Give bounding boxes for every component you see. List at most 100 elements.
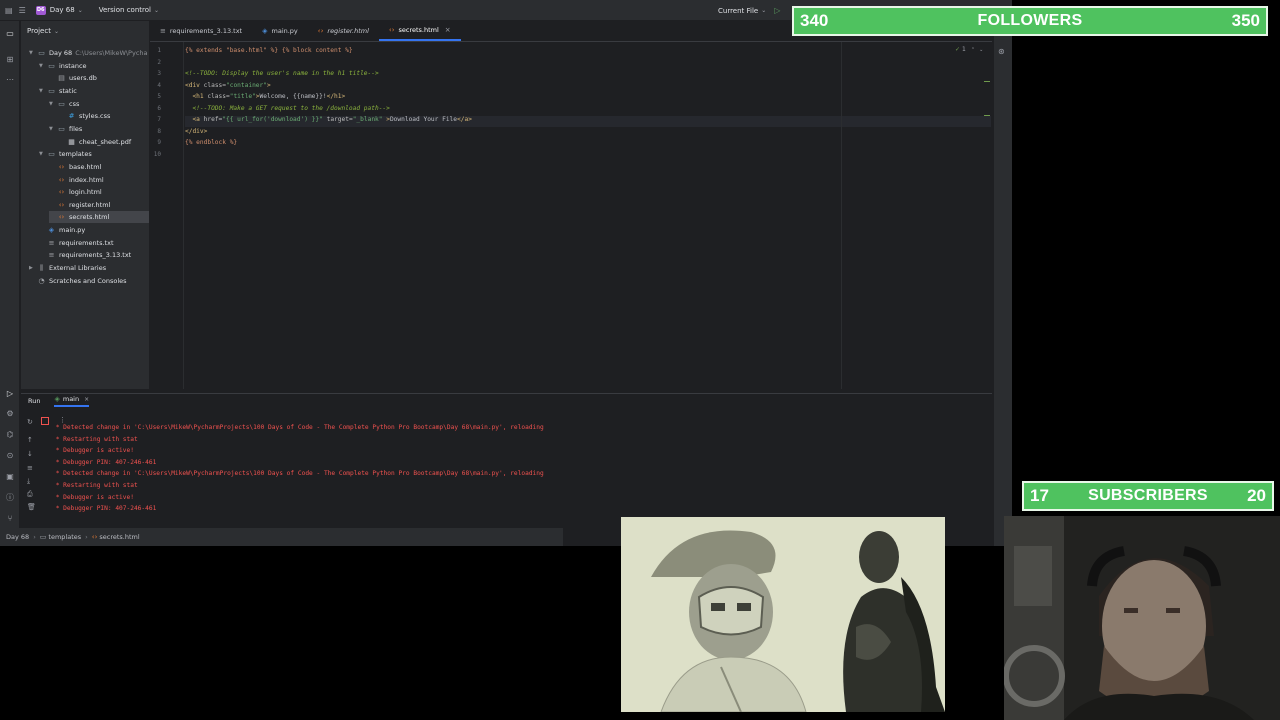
chevron-down-icon[interactable]: ▼ — [39, 88, 47, 94]
code-token: > — [266, 81, 271, 89]
run-tool-icon[interactable]: ▷ — [5, 388, 15, 398]
tree-item[interactable]: ‹› login.html — [49, 186, 149, 198]
tree-item[interactable]: ‹› index.html — [49, 174, 149, 186]
breadcrumb-file[interactable]: secrets.html — [99, 533, 139, 541]
project-badge: D6 — [35, 5, 46, 15]
breadcrumb-project[interactable]: Day 68 — [6, 533, 29, 541]
chevron-down-icon[interactable]: ▼ — [29, 50, 37, 56]
editor-tab-label: secrets.html — [398, 25, 439, 34]
close-icon[interactable]: × — [445, 26, 451, 34]
code-line[interactable]: <!--TODO: Display the user's name in the… — [185, 70, 379, 81]
tree-item[interactable]: # styles.css — [59, 110, 149, 122]
console-line: * Restarting with stat — [52, 435, 138, 443]
project-switcher[interactable]: D6 Day 68 ⌄ — [35, 5, 83, 15]
chevron-down-icon: ⌄ — [77, 6, 83, 14]
code-token: {% endblock %} — [185, 139, 238, 147]
tree-item[interactable]: ▶ ⫼ External Libraries — [29, 262, 149, 274]
project-panel-header[interactable]: Project ⌄ — [21, 21, 149, 41]
tree-item[interactable]: ▤ users.db — [49, 72, 149, 84]
services-tool-icon[interactable]: ⌬ — [5, 429, 15, 439]
more-tools-icon[interactable]: ⋯ — [5, 74, 15, 84]
editor-tab[interactable]: ‹› secrets.html × — [378, 20, 461, 41]
vcs-menu[interactable]: Version control ⌄ — [99, 6, 159, 14]
tree-item[interactable]: ‹› register.html — [49, 199, 149, 211]
python-icon: ◈ — [54, 395, 60, 403]
tree-item[interactable]: ◈ main.py — [39, 224, 149, 236]
project-panel: Project ⌄ ▼ ▭ Day 68 C:\Users\MikeW\Pycha ▼ ▭… — [21, 21, 149, 389]
inspection-widget[interactable]: ✓ 1 ⌃ ⌄ — [955, 46, 983, 53]
folder-icon: ▭ — [58, 99, 65, 108]
code-token: </a> — [457, 116, 472, 124]
tree-item[interactable]: ▼ ▭ static — [39, 85, 149, 97]
tree-item[interactable]: ▼ ▭ Day 68 C:\Users\MikeW\Pycha — [29, 47, 149, 59]
scroll-end-icon[interactable]: ⤓ — [27, 477, 30, 486]
code-line[interactable]: <a href="{{ url_for('download') }}" targ… — [185, 116, 472, 127]
chevron-right-icon[interactable]: ▶ — [29, 265, 37, 271]
debug-tool-icon[interactable]: ⚙ — [5, 408, 15, 418]
scroll-down-icon[interactable]: ↓ — [27, 450, 33, 458]
code-line[interactable]: <h1 class="title">Welcome, {{name}}!</h1… — [185, 93, 345, 104]
change-marker — [984, 115, 990, 116]
soft-wrap-icon[interactable]: ≡ — [27, 464, 33, 472]
rerun-icon[interactable]: ↻ — [27, 418, 33, 426]
text-file-icon: ≡ — [48, 251, 55, 260]
album-art-image — [621, 517, 945, 712]
tree-item[interactable]: ‹› secrets.html — [49, 211, 149, 224]
app-menu-icon[interactable]: ▤ — [5, 6, 13, 15]
tree-item[interactable]: ‹› base.html — [49, 161, 149, 173]
stop-icon[interactable] — [41, 417, 49, 425]
editor-tab[interactable]: ‹› register.html — [308, 20, 379, 41]
webcam-feed — [1004, 516, 1280, 720]
tree-item-path: C:\Users\MikeW\Pycha — [75, 49, 148, 57]
code-line[interactable]: <!--TODO: Make a GET request to the /dow… — [185, 105, 389, 116]
run-panel-title[interactable]: Run — [28, 397, 40, 405]
more-options-icon[interactable]: ⋮ — [59, 416, 66, 424]
run-config-selector[interactable]: Current File ⌄ ▷ — [718, 6, 780, 15]
git-tool-icon[interactable]: ⑂ — [5, 513, 15, 523]
chevron-down-icon: ⌄ — [979, 46, 984, 53]
project-tool-icon[interactable]: ▭ — [5, 28, 15, 38]
code-line[interactable]: {% extends "base.html" %} {% block conte… — [185, 47, 353, 58]
terminal-tool-icon[interactable]: ▣ — [5, 471, 15, 481]
hamburger-menu-icon[interactable]: ☰ — [19, 6, 26, 15]
tree-item[interactable]: ▼ ▭ css — [49, 98, 149, 110]
run-config-tab[interactable]: ◈ main × — [54, 395, 90, 407]
notifications-icon[interactable]: ⊛ — [998, 47, 1005, 56]
chevron-up-icon: ⌃ — [970, 46, 976, 53]
chevron-down-icon[interactable]: ▼ — [49, 126, 57, 132]
tree-item[interactable]: ◔ Scratches and Consoles — [29, 275, 149, 287]
chevron-down-icon[interactable]: ▼ — [49, 101, 57, 107]
code-token: "{{ url_for('download') }}" — [222, 116, 323, 124]
code-line[interactable]: {% endblock %} — [185, 139, 237, 150]
chevron-down-icon[interactable]: ▼ — [39, 151, 47, 157]
editor-tab[interactable]: ≡ requirements_3.13.txt — [150, 20, 252, 41]
tree-item[interactable]: ▦ cheat_sheet.pdf — [59, 136, 149, 148]
tree-item[interactable]: ▼ ▭ templates — [39, 148, 149, 160]
tree-item[interactable]: ▼ ▭ files — [49, 123, 149, 135]
code-token: <!--TODO: Display the user's name in the… — [185, 70, 379, 78]
close-icon[interactable]: × — [84, 396, 89, 403]
html-file-icon: ‹› — [388, 25, 395, 34]
code-line[interactable]: </div> — [185, 128, 207, 139]
chevron-down-icon[interactable]: ▼ — [39, 63, 47, 69]
tree-item[interactable]: ▼ ▭ instance — [39, 60, 149, 72]
breadcrumb-folder[interactable]: templates — [48, 533, 81, 541]
run-icon[interactable]: ▷ — [774, 6, 780, 15]
subscribers-label: SUBSCRIBERS — [1088, 487, 1208, 504]
code-text[interactable]: {% extends "base.html" %} {% block conte… — [185, 42, 991, 389]
structure-tool-icon[interactable]: ⊞ — [5, 54, 15, 64]
chevron-down-icon: ⌄ — [153, 6, 159, 14]
problems-tool-icon[interactable]: ⊙ — [5, 450, 15, 460]
console-line: * Debugger is active! — [52, 493, 134, 501]
editor-tab[interactable]: ◈ main.py — [252, 20, 308, 41]
trash-icon[interactable]: 🗑 — [27, 503, 36, 511]
tree-item[interactable]: ≡ requirements_3.13.txt — [39, 249, 149, 261]
tree-item[interactable]: ≡ requirements.txt — [39, 237, 149, 249]
problems-alert-icon[interactable]: ⓘ — [5, 492, 15, 502]
folder-icon: ▭ — [38, 49, 45, 57]
code-line[interactable]: <div class="container"> — [185, 82, 271, 93]
left-tool-strip: ▭ ⊞ ⋯ ▷ ⚙ ⌬ ⊙ ▣ ⓘ ⑂ — [0, 21, 20, 546]
scroll-up-icon[interactable]: ↑ — [27, 436, 33, 444]
print-icon[interactable]: ⎙ — [27, 490, 33, 499]
line-number: 5 — [157, 93, 161, 101]
